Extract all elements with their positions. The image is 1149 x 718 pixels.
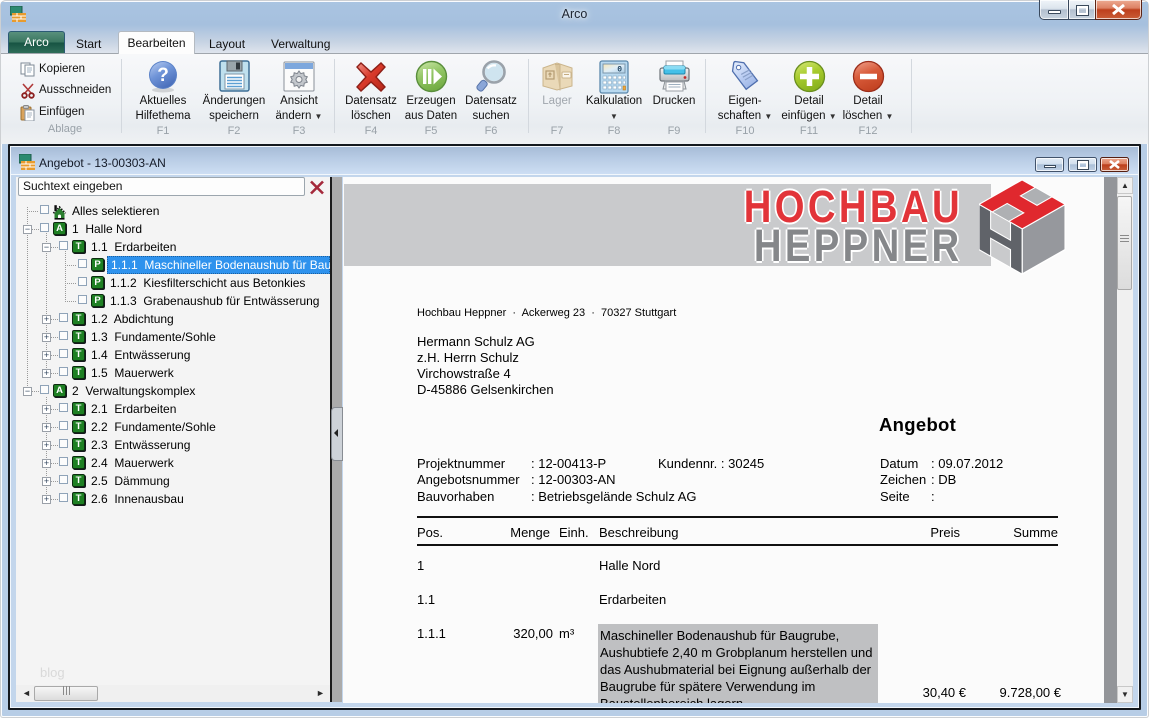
svg-text:0: 0: [617, 66, 622, 75]
svg-text:?: ?: [157, 65, 169, 86]
